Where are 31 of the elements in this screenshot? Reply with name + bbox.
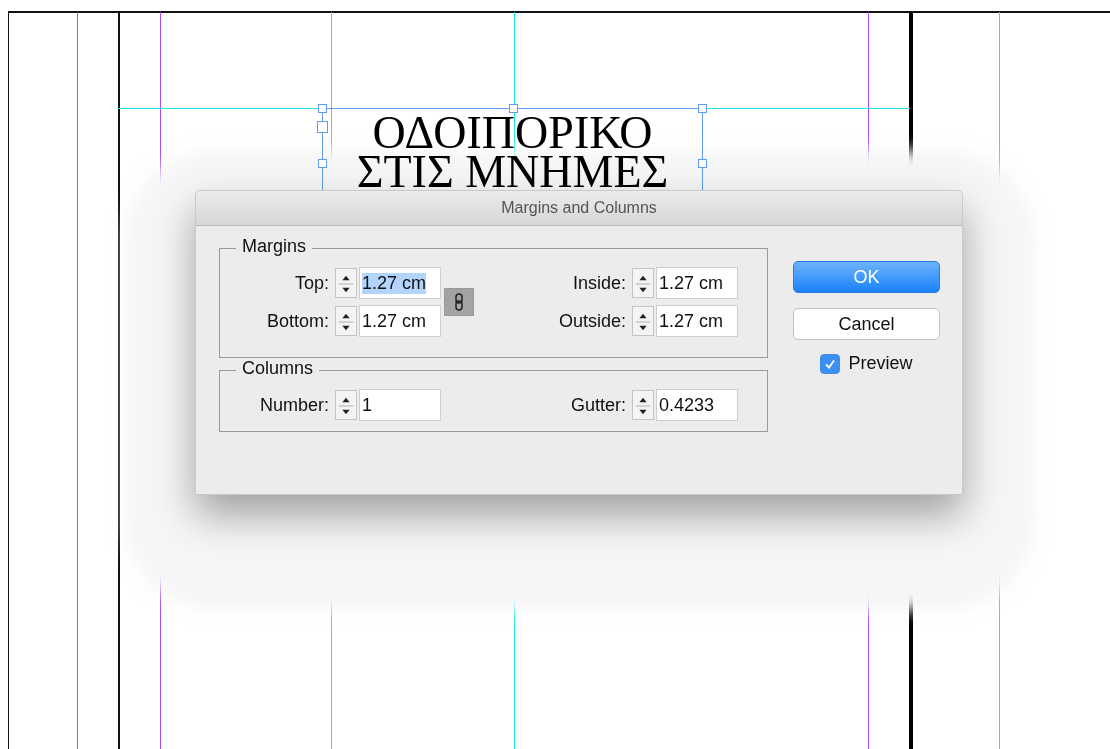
stepper-button[interactable]	[335, 306, 357, 336]
selection-handle[interactable]	[318, 159, 327, 168]
input-field[interactable]: 1.27 cm	[359, 305, 441, 337]
selection-handle[interactable]	[317, 121, 328, 133]
stepper-button[interactable]	[632, 390, 654, 420]
input-field[interactable]: 1	[359, 389, 441, 421]
stepper-button[interactable]	[632, 306, 654, 336]
field-label: Top:	[294, 272, 329, 294]
input-field[interactable]: 1.27 cm	[359, 267, 441, 299]
chain-link-icon	[453, 293, 465, 311]
selection-handle[interactable]	[698, 159, 707, 168]
selection-handle[interactable]	[318, 104, 327, 113]
cancel-button[interactable]: Cancel	[793, 308, 940, 340]
checkbox-label: Preview	[848, 353, 913, 374]
field-label: Number:	[259, 394, 329, 416]
field-label: Gutter:	[570, 394, 626, 416]
field-label: Inside:	[572, 272, 626, 294]
preview-checkbox[interactable]	[820, 353, 841, 374]
input-field[interactable]: 0.4233	[656, 389, 738, 421]
stepper-button[interactable]	[335, 390, 357, 420]
field-label: Bottom:	[266, 310, 329, 332]
group-legend: Margins	[236, 236, 313, 257]
field-label: Outside:	[558, 310, 626, 332]
link-button[interactable]	[444, 288, 474, 316]
input-field[interactable]: 1.27 cm	[656, 267, 738, 299]
stepper-button[interactable]	[335, 268, 357, 298]
stepper-button[interactable]	[632, 268, 654, 298]
input-field[interactable]: 1.27 cm	[656, 305, 738, 337]
dialog-title: Margins and Columns	[501, 199, 657, 217]
heading-text: ΣΤΙΣ ΜΝΗΜΕΣ	[356, 152, 669, 191]
selection-handle[interactable]	[698, 104, 707, 113]
